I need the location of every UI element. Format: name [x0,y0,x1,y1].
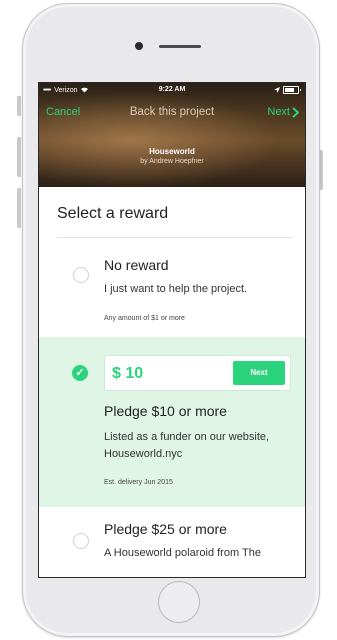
reward-name: Pledge $10 or more [104,403,227,419]
camera-icon [135,42,143,50]
radio-unselected-icon[interactable] [73,267,89,283]
reward-description: Listed as a funder on our website, House… [104,431,270,460]
reward-name: Pledge $25 or more [104,521,227,537]
nav-title: Back this project [129,106,215,118]
reward-description: A Houseworld polaroid from The [104,547,261,559]
silent-switch [17,96,21,116]
reward-delivery: Est. delivery Jun 2015 [104,479,173,486]
reward-minimum: Any amount of $1 or more [104,315,185,322]
next-button[interactable]: Next [267,106,299,118]
reward-option-pledge-10[interactable]: ✓ Next Pledge $10 or more Listed as a fu… [39,337,305,507]
divider [57,237,293,238]
project-author: by Andrew Hoepfner [140,158,204,165]
nav-bar: Cancel Back this project Next [39,102,305,124]
speaker-grille [159,45,201,48]
pledge-amount-input[interactable] [112,365,222,383]
pledge-amount-field[interactable]: Next [104,355,291,391]
reward-name: No reward [104,257,169,273]
status-time: 9:22 AM [158,86,186,93]
amount-next-button[interactable]: Next [233,361,285,385]
checkmark-icon[interactable]: ✓ [72,365,88,381]
radio-unselected-icon[interactable] [73,533,89,549]
project-header: ••••• Verizon 9:22 AM Cancel Back this p… [39,83,305,187]
next-label: Next [267,106,290,118]
reward-description: I just want to help the project. [104,283,248,295]
project-name: Houseworld [149,147,195,156]
volume-up-button [17,137,21,177]
page-title: Select a reward [57,205,169,222]
reward-option-pledge-25[interactable]: Pledge $25 or more A Houseworld polaroid… [39,507,305,577]
home-button[interactable] [158,581,200,623]
phone-frame: ••••• Verizon 9:22 AM Cancel Back this p… [22,3,320,637]
status-right-icons [274,86,301,94]
reward-option-no-reward[interactable]: No reward I just want to help the projec… [39,241,305,337]
volume-down-button [17,188,21,228]
status-bar: ••••• Verizon 9:22 AM [39,85,305,97]
location-arrow-icon [274,87,280,93]
app-screen: ••••• Verizon 9:22 AM Cancel Back this p… [38,82,306,578]
chevron-right-icon [292,106,299,118]
battery-icon [283,86,301,94]
